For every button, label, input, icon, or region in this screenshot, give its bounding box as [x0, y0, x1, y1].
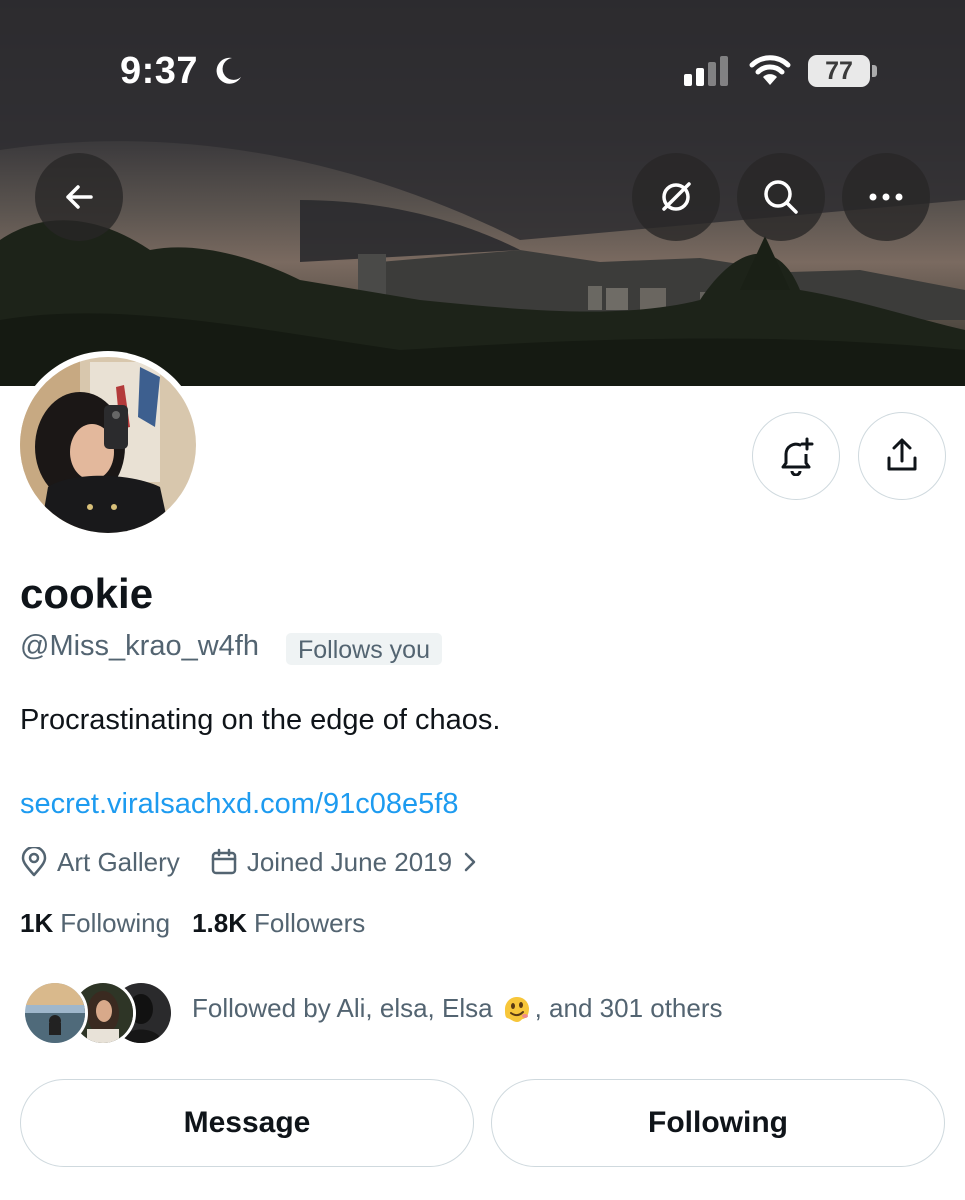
bio: Procrastinating on the edge of chaos. [20, 704, 501, 736]
melting-face-emoji-icon [504, 996, 529, 1022]
more-button[interactable] [842, 153, 930, 241]
wifi-icon [749, 55, 791, 85]
calendar-icon [211, 848, 237, 875]
battery-indicator: 77 [808, 55, 870, 87]
followers-stat[interactable]: 1.8K Followers [192, 908, 365, 939]
search-button[interactable] [737, 153, 825, 241]
avatar-image [20, 357, 196, 533]
display-name: cookie [20, 570, 154, 617]
followers-count: 1.8K [192, 908, 247, 938]
following-label: Following [60, 908, 171, 938]
mutual-avatar [22, 980, 88, 1046]
follow-stats: 1K Following 1.8K Followers [20, 908, 365, 939]
location-text: Art Gallery [57, 846, 180, 877]
followed-by-others: , and 301 others [534, 992, 723, 1023]
profile-meta: Art Gallery Joined June 2019 [20, 845, 476, 879]
followed-by-avatars[interactable] [22, 980, 174, 1046]
mutual-avatar-image [25, 983, 85, 1043]
followed-by-text[interactable]: Followed by Ali, elsa, Elsa , and 301 ot… [192, 992, 723, 1024]
followers-label: Followers [254, 908, 366, 938]
grok-button[interactable] [632, 153, 720, 241]
share-button[interactable] [858, 412, 946, 500]
joined-date[interactable]: Joined June 2019 [210, 847, 476, 878]
handle: @Miss_krao_w4fh [20, 630, 259, 662]
following-count: 1K [20, 908, 54, 938]
message-button[interactable]: Message [20, 1079, 474, 1167]
back-arrow-icon [66, 185, 93, 209]
signal-icon [684, 56, 728, 86]
bell-plus-icon [781, 437, 814, 476]
location: Art Gallery [20, 847, 180, 878]
chevron-right-icon [464, 852, 476, 872]
moon-icon [216, 57, 241, 84]
share-icon [887, 438, 917, 471]
notifications-button[interactable] [752, 412, 840, 500]
follows-you-badge: Follows you [286, 633, 442, 665]
following-button[interactable]: Following [491, 1079, 945, 1167]
back-button[interactable] [35, 153, 123, 241]
following-stat[interactable]: 1K Following [20, 908, 170, 939]
followed-by-names: Followed by Ali, elsa, Elsa [192, 992, 493, 1023]
more-icon [869, 193, 903, 201]
status-time: 9:37 [120, 50, 199, 92]
profile-link[interactable]: secret.viralsachxd.com/91c08e5f8 [20, 788, 458, 821]
joined-text: Joined June 2019 [246, 846, 453, 877]
battery-tip [872, 65, 877, 77]
search-icon [764, 180, 798, 214]
grok-icon [662, 182, 691, 211]
avatar[interactable] [20, 357, 196, 533]
profile-banner: 9:37 77 [0, 0, 965, 386]
location-pin-icon [21, 847, 47, 877]
